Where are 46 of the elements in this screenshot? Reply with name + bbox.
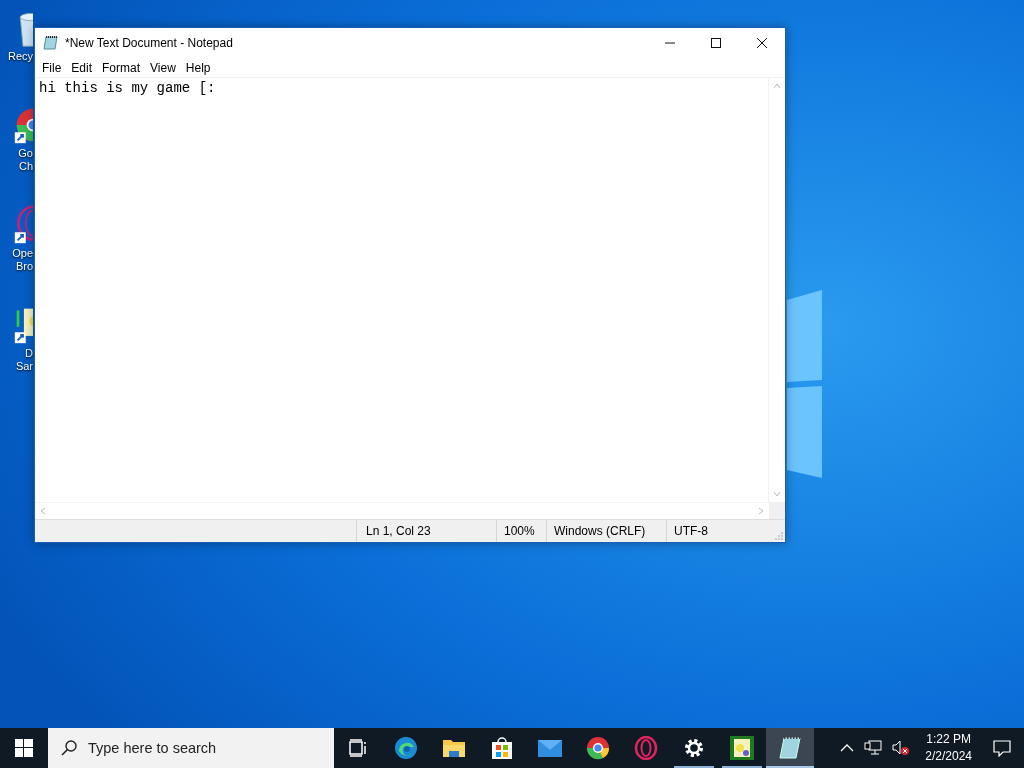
- notepad-taskbar-button[interactable]: [766, 728, 814, 768]
- clock-time[interactable]: 1:22 PM: [926, 731, 971, 748]
- chrome-icon: [586, 736, 610, 760]
- status-bar-text: Windows (CRLF): [546, 520, 666, 542]
- clock-date[interactable]: 2/2/2024: [925, 748, 972, 765]
- resize-grip-icon[interactable]: [775, 532, 783, 540]
- status-bar-text: 100%: [496, 520, 546, 542]
- desktop-icon-label[interactable]: Sar: [15, 360, 33, 373]
- edge-icon: [394, 736, 418, 760]
- gear-icon: [683, 737, 705, 759]
- mail-icon: [537, 738, 563, 758]
- status-bar-text: UTF-8: [666, 520, 766, 542]
- opera-icon: [634, 736, 658, 760]
- menu-item[interactable]: View: [145, 59, 181, 76]
- folder-icon: [442, 737, 466, 759]
- menu-item[interactable]: Edit: [66, 59, 98, 76]
- running-indicator: [674, 766, 714, 768]
- desktop-icon-label[interactable]: Go: [18, 147, 33, 160]
- windows-logo-icon: [15, 739, 33, 757]
- network-icon[interactable]: [864, 740, 883, 756]
- desktop-icon-label[interactable]: Recy: [7, 50, 33, 63]
- maximize-icon: [711, 38, 721, 48]
- text-editor[interactable]: hi this is my game [:: [35, 78, 768, 502]
- chevron-up-icon[interactable]: [840, 743, 855, 753]
- menu-item[interactable]: File: [37, 59, 67, 76]
- speech-bubble-icon: [993, 739, 1011, 757]
- menu-item[interactable]: Format: [97, 59, 146, 76]
- desktop-icon-label[interactable]: D: [25, 347, 33, 360]
- status-bar-text: Ln 1, Col 23: [356, 520, 496, 542]
- menu-item[interactable]: Help: [180, 59, 216, 76]
- search-field[interactable]: Type here to search: [48, 728, 334, 768]
- close-icon: [757, 38, 767, 48]
- game-icon: [730, 736, 754, 760]
- store-bag-icon: [490, 736, 514, 760]
- desktop-icon-label[interactable]: Bro: [15, 260, 33, 273]
- opera-icon[interactable]: [13, 205, 33, 245]
- task-view-icon: [348, 738, 368, 758]
- volume-muted-icon[interactable]: [892, 740, 911, 756]
- notepad-icon: [778, 736, 802, 760]
- running-indicator: [722, 766, 762, 768]
- search-icon: [60, 739, 78, 757]
- notepad-icon: [43, 35, 59, 51]
- running-indicator: [766, 766, 814, 768]
- window-title: *New Text Document - Notepad: [65, 36, 233, 50]
- desktop-icon-label[interactable]: Ope: [12, 247, 33, 260]
- desktop-icon-label[interactable]: Ch: [18, 160, 33, 173]
